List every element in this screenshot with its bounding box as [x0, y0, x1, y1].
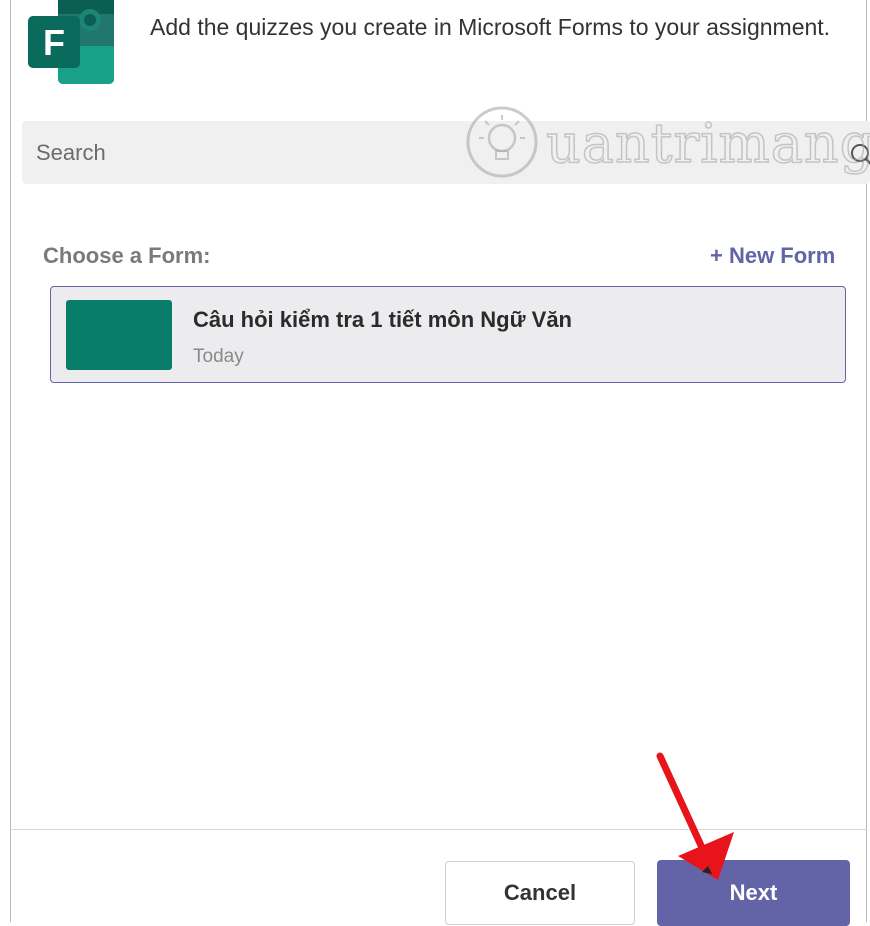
new-form-link[interactable]: + New Form — [710, 243, 835, 269]
form-thumbnail — [66, 300, 172, 370]
microsoft-forms-icon: F — [28, 0, 116, 88]
search-bar[interactable] — [22, 121, 870, 184]
search-icon[interactable] — [848, 141, 870, 169]
next-button[interactable]: Next — [657, 860, 850, 926]
footer-divider — [10, 829, 867, 830]
choose-form-label: Choose a Form: — [43, 243, 211, 268]
header-description: Add the quizzes you create in Microsoft … — [150, 14, 831, 40]
cancel-button[interactable]: Cancel — [445, 861, 635, 925]
search-input[interactable] — [22, 121, 782, 184]
form-date: Today — [193, 346, 244, 367]
window-left-border — [10, 0, 11, 922]
form-title: Câu hỏi kiểm tra 1 tiết môn Ngữ Văn — [193, 307, 572, 332]
form-list-item[interactable]: Câu hỏi kiểm tra 1 tiết môn Ngữ Văn Toda… — [50, 286, 846, 383]
app-icon-letter: F — [43, 22, 65, 63]
